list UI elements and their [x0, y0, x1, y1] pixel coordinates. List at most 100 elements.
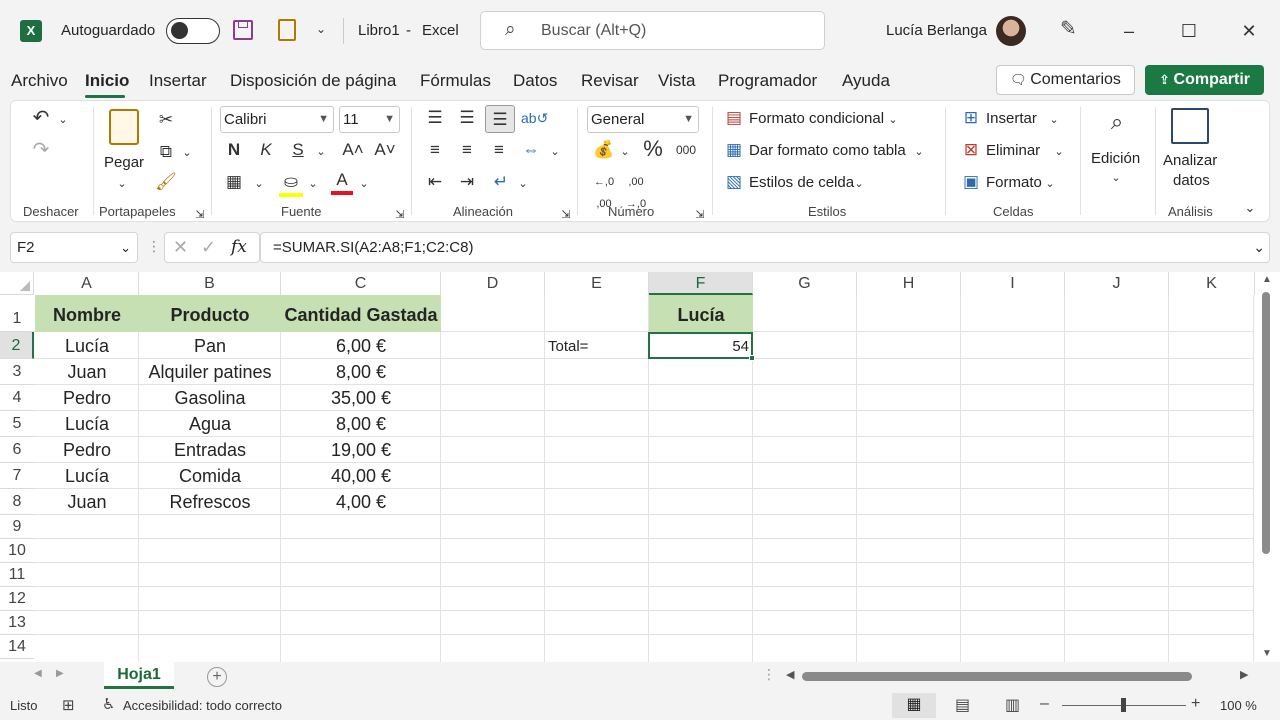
merge-dropdown-icon[interactable]: ⌄: [549, 141, 561, 163]
undo-dropdown-icon[interactable]: ⌄: [57, 109, 69, 131]
formula-input[interactable]: =SUMAR.SI(A2:A8;F1;C2:C8) ⌄: [260, 232, 1270, 263]
align-middle-icon[interactable]: ☰: [455, 107, 479, 129]
row-header-14[interactable]: 14: [0, 635, 34, 659]
column-header-h[interactable]: H: [857, 272, 961, 295]
wrap-text-icon[interactable]: ↵: [489, 171, 513, 193]
undo-icon[interactable]: ↶: [29, 107, 53, 129]
insert-function-icon[interactable]: fx: [231, 237, 247, 257]
delete-dropdown-icon[interactable]: ⌄: [1053, 141, 1065, 163]
format-dropdown-icon[interactable]: ⌄: [1044, 173, 1056, 195]
format-cells-icon[interactable]: ▣: [959, 171, 983, 193]
zoom-level[interactable]: 100 %: [1220, 698, 1257, 713]
conditional-format-dropdown-icon[interactable]: ⌄: [887, 109, 899, 131]
percent-icon[interactable]: %: [641, 138, 665, 160]
align-right-icon[interactable]: ≡: [487, 139, 511, 161]
format-table-dropdown-icon[interactable]: ⌄: [913, 141, 925, 163]
format-table-button[interactable]: Dar formato como tabla: [749, 142, 906, 159]
search-box[interactable]: ⌕ Buscar (Alt+Q): [480, 11, 825, 50]
increase-indent-icon[interactable]: ⇥: [455, 171, 479, 193]
cut-icon[interactable]: ✂: [155, 109, 177, 131]
macro-record-icon[interactable]: ⊞: [62, 696, 75, 714]
criteria-header[interactable]: Lucía: [649, 305, 753, 326]
tab-datos[interactable]: Datos: [513, 71, 557, 91]
accessibility-icon[interactable]: ♿: [102, 695, 115, 713]
tab-disposicion[interactable]: Disposición de página: [230, 71, 396, 91]
autosave-toggle[interactable]: [166, 18, 220, 44]
tab-insertar[interactable]: Insertar: [149, 71, 207, 91]
row-header-6[interactable]: 6: [0, 437, 34, 463]
scroll-down-icon[interactable]: ▼: [1262, 648, 1272, 659]
row-header-2[interactable]: 2: [0, 332, 34, 359]
table-cell[interactable]: 8,00 €: [281, 414, 441, 435]
font-color-dropdown-icon[interactable]: ⌄: [358, 173, 370, 195]
tab-inicio[interactable]: Inicio: [85, 71, 129, 91]
grow-font-icon[interactable]: A˄: [341, 139, 365, 161]
select-all-corner[interactable]: [0, 272, 34, 295]
page-break-view-icon[interactable]: ▥: [1005, 695, 1020, 715]
number-format-select[interactable]: General ▼: [587, 106, 699, 133]
column-header-k[interactable]: K: [1169, 272, 1255, 295]
add-sheet-icon[interactable]: +: [207, 667, 227, 687]
row-header-11[interactable]: 11: [0, 563, 34, 587]
name-box[interactable]: F2 ⌄: [10, 232, 138, 263]
wrap-dropdown-icon[interactable]: ⌄: [517, 173, 529, 195]
cell-styles-dropdown-icon[interactable]: ⌄: [853, 173, 865, 195]
bold-button[interactable]: N: [223, 139, 245, 161]
borders-dropdown-icon[interactable]: ⌄: [253, 173, 265, 195]
analyze-data-label-1[interactable]: Analizar: [1163, 152, 1217, 169]
font-size-select[interactable]: 11 ▼: [339, 106, 400, 133]
alignment-launcher-icon[interactable]: ⇲: [559, 204, 573, 226]
total-label[interactable]: Total=: [548, 338, 588, 355]
save-icon[interactable]: [233, 20, 253, 40]
table-cell[interactable]: Pedro: [35, 388, 139, 409]
shrink-font-icon[interactable]: A˅: [373, 139, 397, 161]
horizontal-scroll-thumb[interactable]: [802, 672, 1192, 681]
editing-dropdown-icon[interactable]: ⌄: [1109, 167, 1123, 189]
table-cell[interactable]: Juan: [35, 492, 139, 513]
tab-programador[interactable]: Programador: [718, 71, 817, 91]
align-left-icon[interactable]: ≡: [423, 139, 447, 161]
fill-color-icon[interactable]: ⛀: [279, 171, 303, 197]
fill-handle[interactable]: [749, 355, 755, 361]
document-title[interactable]: Libro1: [358, 22, 400, 39]
table-cell[interactable]: 40,00 €: [281, 466, 441, 487]
table-cell[interactable]: Agua: [139, 414, 281, 435]
table-cell[interactable]: Pedro: [35, 440, 139, 461]
table-cell[interactable]: Gasolina: [139, 388, 281, 409]
underline-button[interactable]: S: [287, 139, 309, 161]
scroll-tabs-left-icon[interactable]: ◀: [34, 668, 42, 679]
table-cell[interactable]: 8,00 €: [281, 362, 441, 383]
table-cell[interactable]: Comida: [139, 466, 281, 487]
customize-toolbar-icon[interactable]: ⌄: [316, 22, 326, 36]
align-center-icon[interactable]: ≡: [455, 139, 479, 161]
zoom-slider[interactable]: [1062, 698, 1186, 712]
minimize-icon[interactable]: –: [1114, 16, 1144, 46]
expand-formula-icon[interactable]: ⌄: [1253, 233, 1265, 262]
vertical-scrollbar[interactable]: ▲ ▼: [1256, 272, 1280, 662]
normal-view-icon[interactable]: ▦: [892, 693, 936, 718]
scroll-up-icon[interactable]: ▲: [1262, 274, 1272, 285]
zoom-slider-thumb[interactable]: [1121, 698, 1126, 712]
row-header-8[interactable]: 8: [0, 489, 34, 515]
table-cell[interactable]: 19,00 €: [281, 440, 441, 461]
copy-dropdown-icon[interactable]: ⌄: [181, 142, 193, 164]
font-color-icon[interactable]: A: [331, 169, 353, 195]
table-cell[interactable]: 35,00 €: [281, 388, 441, 409]
row-header-3[interactable]: 3: [0, 359, 34, 385]
editing-button[interactable]: Edición: [1091, 150, 1140, 167]
clipboard-icon[interactable]: [278, 19, 296, 41]
pen-icon[interactable]: ✎: [1060, 16, 1077, 41]
insert-cells-icon[interactable]: ⊞: [959, 107, 983, 129]
header-nombre[interactable]: Nombre: [35, 305, 139, 326]
paste-icon[interactable]: [109, 109, 139, 145]
format-table-icon[interactable]: ▦: [723, 139, 745, 161]
column-header-b[interactable]: B: [139, 272, 281, 295]
tab-revisar[interactable]: Revisar: [581, 71, 639, 91]
avatar[interactable]: [996, 16, 1026, 46]
cancel-icon[interactable]: ✕: [173, 237, 188, 258]
font-name-select[interactable]: Calibri ▼: [220, 106, 334, 133]
accessibility-status[interactable]: Accesibilidad: todo correcto: [123, 698, 282, 713]
row-header-7[interactable]: 7: [0, 463, 34, 489]
column-header-c[interactable]: C: [281, 272, 441, 295]
comments-button[interactable]: 🗨 Comentarios: [996, 65, 1135, 95]
